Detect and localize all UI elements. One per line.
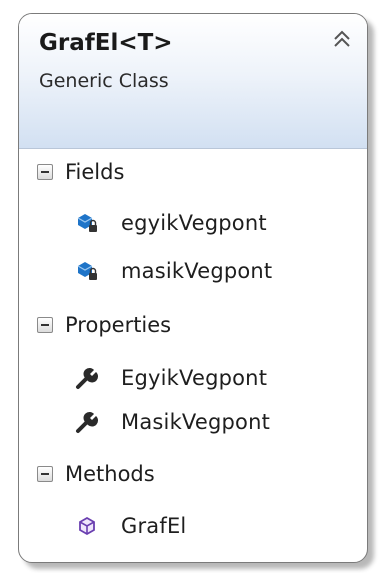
class-name: GrafEl<T> bbox=[39, 30, 173, 56]
double-chevron-up-icon[interactable] bbox=[331, 28, 353, 50]
wrench-property-icon bbox=[76, 411, 99, 433]
field-item[interactable]: masikVegpont bbox=[75, 256, 272, 286]
private-field-icon bbox=[77, 262, 97, 280]
property-item[interactable]: EgyikVegpont bbox=[75, 363, 267, 393]
section-properties-header[interactable]: Properties bbox=[37, 310, 171, 340]
method-cube-icon bbox=[79, 516, 95, 536]
section-fields-header[interactable]: Fields bbox=[37, 157, 124, 187]
field-name: masikVegpont bbox=[121, 259, 273, 283]
collapse-toggle-icon[interactable] bbox=[37, 317, 53, 333]
property-name: EgyikVegpont bbox=[121, 366, 268, 390]
section-label: Properties bbox=[65, 313, 172, 337]
property-item[interactable]: MasikVegpont bbox=[75, 407, 270, 437]
wrench-property-icon bbox=[76, 367, 99, 389]
collapse-toggle-icon[interactable] bbox=[37, 466, 53, 482]
class-diagram-box[interactable]: GrafEl<T> Generic Class Fields egyikVegp… bbox=[18, 13, 368, 563]
method-item[interactable]: GrafEl bbox=[75, 511, 186, 541]
class-header: GrafEl<T> Generic Class bbox=[19, 14, 367, 149]
private-field-icon bbox=[77, 214, 97, 232]
section-methods-header[interactable]: Methods bbox=[37, 459, 155, 489]
property-name: MasikVegpont bbox=[121, 410, 271, 434]
collapse-toggle-icon[interactable] bbox=[37, 164, 53, 180]
section-label: Fields bbox=[65, 160, 125, 184]
method-name: GrafEl bbox=[121, 514, 187, 538]
field-name: egyikVegpont bbox=[121, 211, 267, 235]
field-item[interactable]: egyikVegpont bbox=[75, 208, 267, 238]
section-label: Methods bbox=[65, 462, 155, 486]
class-kind: Generic Class bbox=[39, 70, 169, 92]
